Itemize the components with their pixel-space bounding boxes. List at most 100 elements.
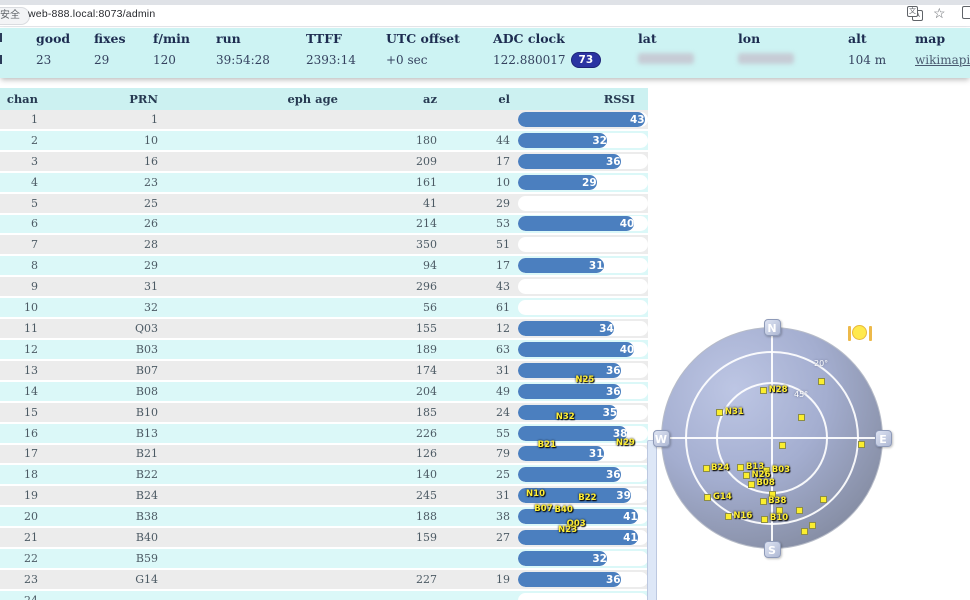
satellite-label: B03: [772, 465, 790, 475]
cell-rssi: [510, 196, 648, 211]
satellite-marker: [779, 442, 786, 449]
cell-rssi: 41: [510, 530, 648, 545]
rssi-track: 36: [518, 467, 648, 482]
star-icon[interactable]: ☆: [933, 6, 946, 20]
cell-rssi: 31: [510, 446, 648, 461]
compass-east: E: [875, 430, 892, 447]
col-header-prn: PRN: [38, 92, 158, 106]
table-scrollbar-thumb[interactable]: [647, 440, 657, 600]
satellite-marker: [760, 387, 767, 394]
cell-prn: 32: [38, 299, 158, 316]
cell-el: 25: [437, 466, 510, 483]
table-row: 14B082044936: [0, 382, 648, 403]
redacted-value: [738, 53, 794, 64]
cell-chan: 2: [0, 132, 38, 149]
cell-prn: 23: [38, 174, 158, 191]
rssi-track: [518, 593, 648, 600]
cell-el: 43: [437, 278, 510, 295]
rssi-track: 36: [518, 572, 648, 587]
rssi-bar: 32: [518, 133, 607, 148]
side-panel-icon[interactable]: [962, 6, 970, 19]
cell-rssi: 40: [510, 342, 648, 357]
rssi-bar: 43: [518, 112, 645, 127]
rssi-bar: 40: [518, 342, 634, 357]
table-row: 18B221402536: [0, 465, 648, 486]
rssi-track: 41: [518, 530, 648, 545]
satellite-marker: [703, 465, 710, 472]
satellite-marker: [858, 441, 865, 448]
stat-value: 39:54:28: [216, 53, 270, 67]
gps-admin-page: 不安全 web-888.local:8073/admin A 文 ☆ good 2…: [0, 0, 970, 600]
rssi-bar: 41: [518, 530, 638, 545]
table-row: 23G142271936: [0, 570, 648, 591]
cell-prn: B22: [38, 466, 158, 483]
rssi-bar: 29: [518, 175, 597, 190]
cell-el: 19: [437, 571, 510, 588]
cell-chan: 24: [0, 592, 38, 600]
satellite-label: N31: [725, 407, 744, 417]
stat-value: 23: [36, 53, 51, 67]
stat-value: wikimapia.c: [915, 53, 970, 67]
cell-prn: 25: [38, 195, 158, 212]
rssi-bar: 40: [518, 216, 634, 231]
cell-prn: B59: [38, 550, 158, 567]
rssi-bar: 36: [518, 467, 621, 482]
url-input[interactable]: web-888.local:8073/admin: [28, 8, 155, 20]
stat-label: alt: [848, 31, 867, 46]
cell-prn: B03: [38, 341, 158, 358]
cell-rssi: [510, 237, 648, 252]
rssi-track: [518, 237, 648, 252]
cell-el: 63: [437, 341, 510, 358]
cell-chan: 12: [0, 341, 38, 358]
compass-north: N: [764, 319, 781, 336]
stat-value: 29: [94, 53, 109, 67]
cell-el: 29: [437, 195, 510, 212]
cell-rssi: [510, 300, 648, 315]
cell-az: 188: [338, 508, 437, 525]
translate-icon[interactable]: A 文: [907, 6, 922, 20]
cell-el: 53: [437, 215, 510, 232]
cell-el: 17: [437, 153, 510, 170]
cell-az: 189: [338, 341, 437, 358]
satellite-marker: [809, 522, 816, 529]
table-row: 13B071743136: [0, 361, 648, 382]
stat-label: map: [915, 31, 945, 46]
security-chip[interactable]: 不安全: [0, 7, 30, 25]
cell-az: 140: [338, 466, 437, 483]
cell-chan: 16: [0, 425, 38, 442]
rssi-bar: 32: [518, 551, 607, 566]
rssi-track: 43: [518, 112, 648, 127]
satellite-label: B22: [578, 493, 596, 503]
cell-el: 24: [437, 404, 510, 421]
cell-chan: 1: [0, 111, 38, 128]
cell-el: 55: [437, 425, 510, 442]
cell-az: 185: [338, 404, 437, 421]
cell-chan: 7: [0, 236, 38, 253]
col-header-rssi: RSSI: [510, 92, 648, 106]
table-row: 21B401592741: [0, 528, 648, 549]
cell-rssi: 36: [510, 572, 648, 587]
cell-rssi: 40: [510, 216, 648, 231]
cell-az: 159: [338, 529, 437, 546]
table-row: 3162091736: [0, 152, 648, 173]
stat-label: good: [36, 31, 70, 46]
cell-rssi: 34: [510, 321, 648, 336]
satellite-marker: [798, 414, 805, 421]
rssi-bar: 36: [518, 572, 621, 587]
stat-value: 104 m: [848, 53, 886, 67]
cell-chan: 9: [0, 278, 38, 295]
rssi-track: [518, 196, 648, 211]
cell-chan: 8: [0, 257, 38, 274]
satellite-label: B38: [768, 496, 786, 506]
cell-prn: B13: [38, 425, 158, 442]
map-link[interactable]: wikimapia.c: [915, 53, 970, 67]
satellite-label: N23: [558, 525, 577, 535]
cell-chan: 6: [0, 215, 38, 232]
cell-prn: B08: [38, 383, 158, 400]
table-row: 2101804432: [0, 131, 648, 152]
table-row: 22B5932: [0, 549, 648, 570]
cell-chan: 10: [0, 299, 38, 316]
rssi-track: [518, 300, 648, 315]
cell-az: 296: [338, 278, 437, 295]
table-row: 11Q031551234: [0, 319, 648, 340]
